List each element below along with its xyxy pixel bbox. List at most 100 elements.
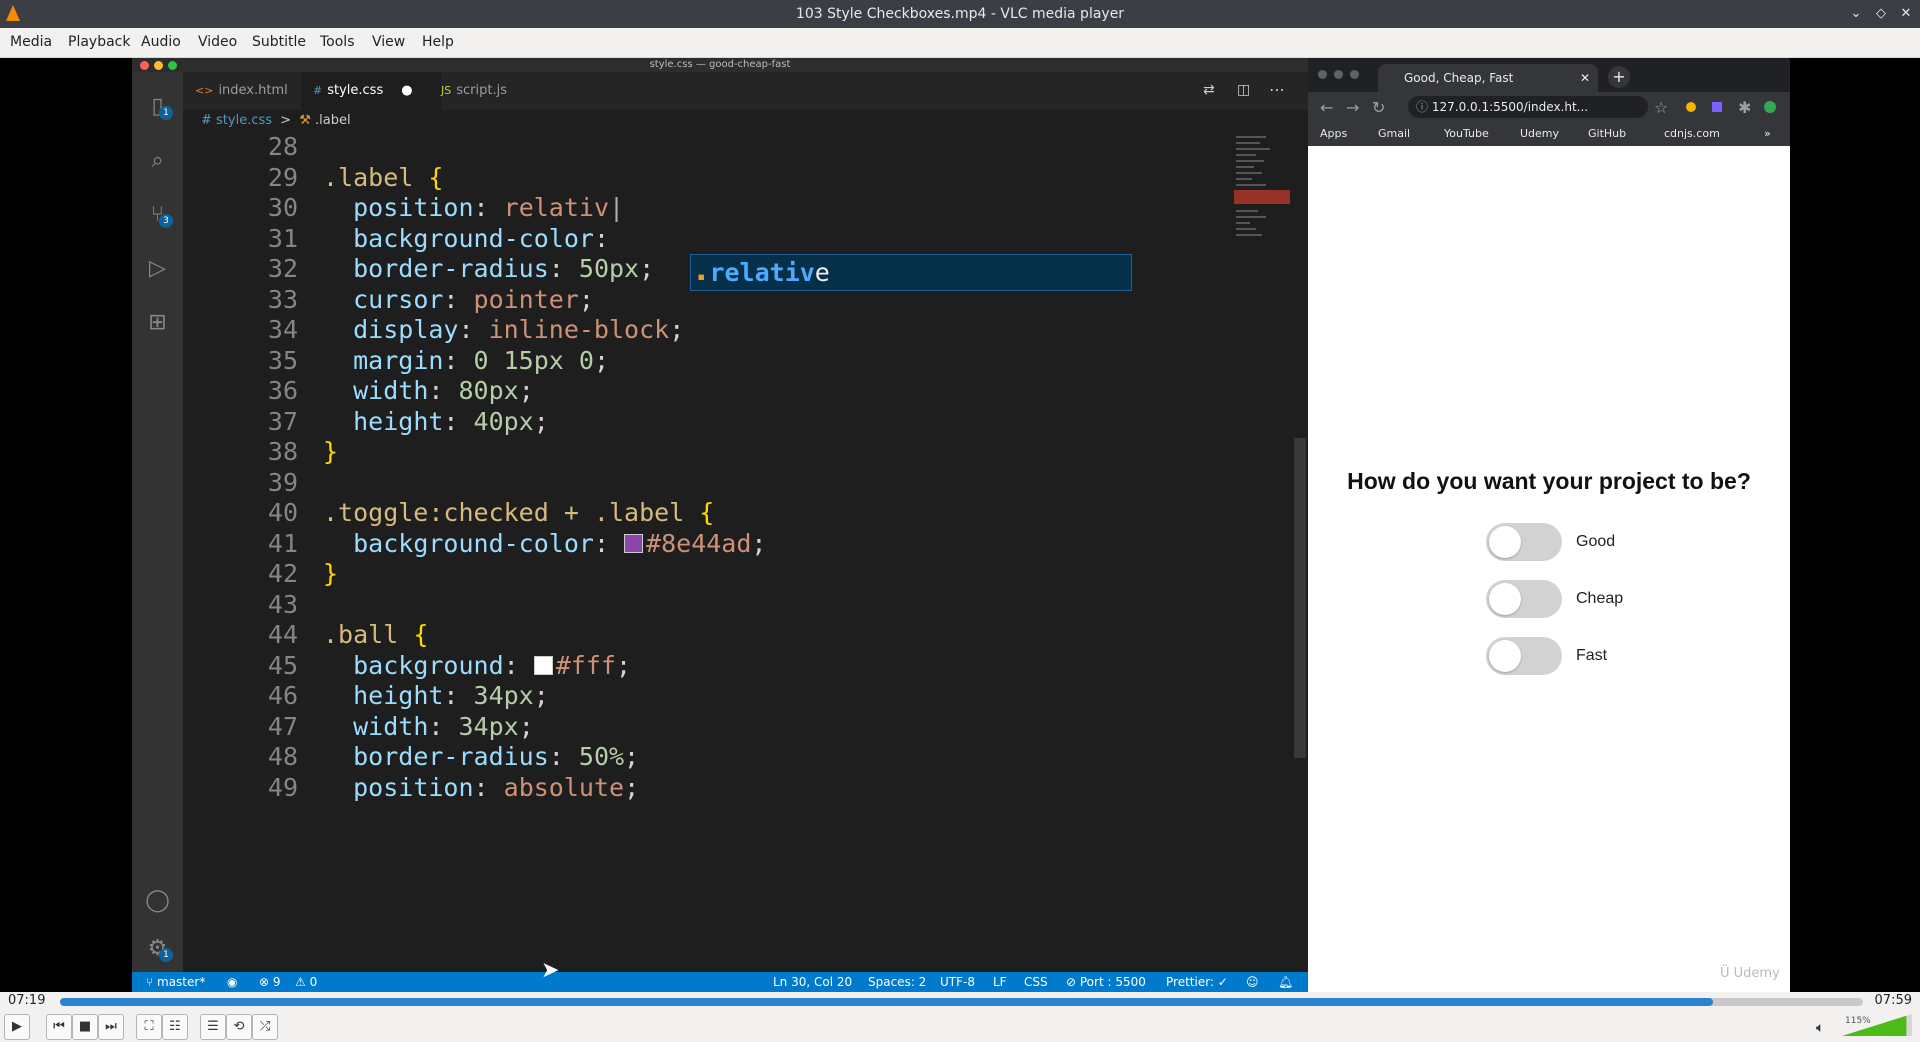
shuffle-button[interactable]: ⤮: [252, 1014, 278, 1040]
line-number: 28: [267, 132, 298, 161]
browser-tab[interactable]: Good, Cheap, Fast ✕: [1378, 64, 1598, 92]
extended-settings-button[interactable]: ☷: [162, 1014, 188, 1040]
bookmark-apps[interactable]: Apps: [1320, 122, 1347, 146]
menu-subtitle[interactable]: Subtitle: [252, 28, 306, 57]
settings-gear-icon[interactable]: ⚙ 1: [132, 928, 183, 968]
breadcrumb-file[interactable]: # style.css: [201, 113, 272, 128]
bookmark-star-icon[interactable]: ☆: [1654, 98, 1668, 117]
back-icon[interactable]: ←: [1320, 98, 1333, 117]
line-ending[interactable]: LF: [993, 972, 1007, 992]
toggle-ball: [1489, 640, 1521, 672]
color-swatch[interactable]: [533, 656, 553, 675]
color-swatch[interactable]: [624, 534, 644, 553]
language-mode[interactable]: CSS: [1024, 972, 1048, 992]
extensions-puzzle-icon[interactable]: ✱: [1738, 98, 1751, 117]
errors-count[interactable]: ⊗ 9: [259, 972, 281, 992]
video-frame[interactable]: style.css — good-cheap-fast ▯ 1 ⌕ ⑂ 3 ▷ ⊞ …: [0, 58, 1920, 992]
branch-name: master*: [157, 975, 206, 989]
vlc-title-bar: 103 Style Checkboxes.mp4 - VLC media pla…: [0, 0, 1920, 28]
live-server-port[interactable]: ⊘ Port : 5500: [1066, 972, 1146, 992]
bookmark-gmail[interactable]: Gmail: [1378, 122, 1410, 146]
toggle-cheap[interactable]: [1486, 580, 1562, 618]
bookmark-github[interactable]: GitHub: [1588, 122, 1626, 146]
seek-bar[interactable]: [60, 998, 1863, 1006]
code-line: border-radius: 50%;: [353, 742, 640, 771]
extensions-icon[interactable]: ⊞: [132, 302, 183, 342]
play-button[interactable]: ▶: [4, 1014, 30, 1040]
profile-avatar[interactable]: [1764, 101, 1776, 113]
address-bar[interactable]: ⓘ 127.0.0.1:5500/index.ht...: [1408, 96, 1648, 118]
menu-view[interactable]: View: [372, 28, 405, 57]
warnings-count[interactable]: ⚠ 0: [295, 972, 317, 992]
notifications-icon[interactable]: 🔔︎: [1278, 972, 1293, 992]
maximize-icon[interactable]: ◇: [1871, 4, 1891, 24]
loop-button[interactable]: ⟲: [226, 1014, 252, 1040]
menu-tools[interactable]: Tools: [320, 28, 355, 57]
menu-help[interactable]: Help: [422, 28, 454, 57]
menu-audio[interactable]: Audio: [141, 28, 181, 57]
breadcrumb-symbol[interactable]: .label: [315, 113, 351, 128]
playlist-button[interactable]: ☰: [200, 1014, 226, 1040]
more-bookmarks-icon[interactable]: »: [1764, 122, 1771, 146]
fullscreen-button[interactable]: ⛶: [136, 1014, 162, 1040]
open-changes-icon[interactable]: ⇄: [1203, 82, 1215, 98]
run-debug-icon[interactable]: ▷: [132, 248, 183, 288]
close-icon[interactable]: ✕: [1896, 4, 1916, 24]
more-actions-icon[interactable]: ⋯: [1269, 80, 1285, 99]
close-tab-icon[interactable]: ✕: [1580, 64, 1590, 92]
branch-status[interactable]: ⑂ master*: [146, 972, 205, 992]
editor-scrollbar[interactable]: [1294, 438, 1306, 758]
sync-icon[interactable]: ◉: [227, 972, 237, 992]
menu-video[interactable]: Video: [198, 28, 237, 57]
code-line: display: inline-block;: [353, 315, 685, 344]
line-number: 49: [267, 773, 298, 802]
css-file-icon: #: [313, 84, 323, 97]
url-text: 127.0.0.1:5500/index.ht...: [1431, 100, 1589, 114]
extension-icon[interactable]: [1712, 102, 1722, 112]
bookmark-youtube[interactable]: YouTube: [1444, 122, 1489, 146]
bookmark-udemy[interactable]: Udemy: [1520, 122, 1559, 146]
stop-button[interactable]: ■: [72, 1014, 98, 1040]
line-number: 33: [267, 285, 298, 314]
minimap[interactable]: [1234, 132, 1294, 262]
encoding[interactable]: UTF-8: [940, 972, 975, 992]
tab-script-js[interactable]: JS script.js: [429, 72, 553, 110]
reload-icon[interactable]: ↻: [1372, 98, 1385, 117]
volume-icon[interactable]: 🔈︎: [1816, 1020, 1824, 1036]
code-line-active: position: relativ|: [353, 193, 625, 222]
tab-index-html[interactable]: <> index.html: [183, 72, 313, 110]
menu-media[interactable]: Media: [10, 28, 52, 57]
source-control-icon[interactable]: ⑂ 3: [132, 194, 183, 234]
toggle-label-cheap[interactable]: Cheap: [1576, 580, 1623, 618]
indentation[interactable]: Spaces: 2: [868, 972, 926, 992]
tab-style-css[interactable]: # style.css ●: [301, 72, 441, 110]
feedback-icon[interactable]: ☺: [1246, 972, 1259, 992]
toggle-ball: [1489, 583, 1521, 615]
volume-slider[interactable]: [1842, 1012, 1912, 1036]
autocomplete-suggestion[interactable]: ▪ relative: [690, 254, 1132, 291]
seek-progress: [60, 998, 1714, 1006]
total-time[interactable]: 07:59: [1875, 992, 1912, 1010]
prettier-status[interactable]: Prettier: ✓: [1166, 972, 1228, 992]
account-icon[interactable]: ◯: [132, 880, 183, 920]
minimize-icon[interactable]: ⌄: [1846, 4, 1866, 24]
line-number: 46: [267, 681, 298, 710]
cursor-position[interactable]: Ln 30, Col 20: [773, 972, 852, 992]
toggle-fast[interactable]: [1486, 637, 1562, 675]
toggle-label-good[interactable]: Good: [1576, 523, 1615, 561]
unsaved-dot-icon: ●: [401, 83, 413, 98]
search-icon[interactable]: ⌕: [132, 140, 183, 180]
previous-button[interactable]: ⏮: [46, 1014, 72, 1040]
forward-icon[interactable]: →: [1346, 98, 1359, 117]
bookmark-cdnjs[interactable]: cdnjs.com: [1664, 122, 1720, 146]
new-tab-icon[interactable]: +: [1608, 66, 1630, 88]
toggle-label-fast[interactable]: Fast: [1576, 637, 1607, 675]
toggle-good[interactable]: [1486, 523, 1562, 561]
menu-playback[interactable]: Playback: [68, 28, 130, 57]
next-button[interactable]: ⏭: [98, 1014, 124, 1040]
explorer-icon[interactable]: ▯ 1: [132, 86, 183, 126]
extension-icon[interactable]: [1686, 102, 1696, 112]
split-editor-icon[interactable]: ◫: [1237, 82, 1250, 98]
line-number: 38: [267, 437, 298, 466]
explorer-badge: 1: [159, 106, 173, 120]
